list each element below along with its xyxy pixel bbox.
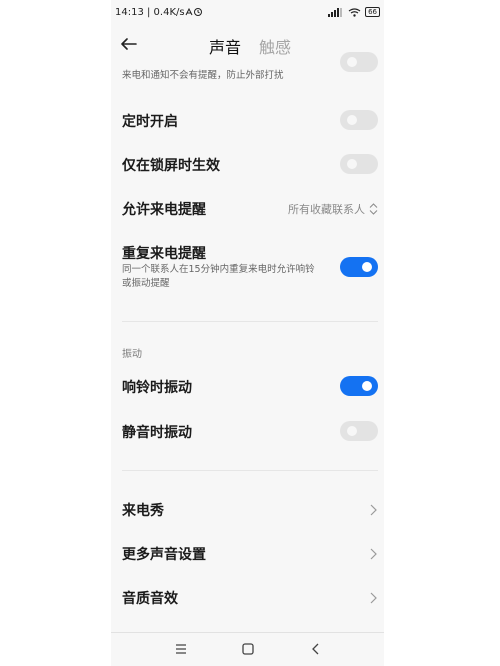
status-bar: 14:13 | 0.4K/s 66	[115, 5, 380, 23]
scheduled-row[interactable]: 定时开启	[111, 100, 384, 140]
scheduled-toggle[interactable]	[340, 110, 378, 130]
call-show-label: 来电秀	[122, 503, 164, 519]
ring-vibrate-row[interactable]: 响铃时振动	[111, 366, 384, 406]
chevron-right-icon	[370, 592, 377, 604]
repeat-calls-toggle[interactable]	[340, 257, 378, 277]
allow-calls-value-text: 所有收藏联系人	[288, 203, 365, 216]
chevron-right-icon	[370, 548, 377, 560]
dnd-subtitle: 来电和通知不会有提醒，防止外部打扰	[122, 70, 284, 81]
lockscreen-only-toggle[interactable]	[340, 154, 378, 174]
ring-vibrate-label: 响铃时振动	[122, 380, 192, 396]
vibration-section-header: 振动	[122, 349, 142, 360]
dnd-toggle[interactable]	[340, 52, 378, 72]
back-arrow-icon[interactable]	[119, 34, 139, 54]
sound-quality-label: 音质音效	[122, 591, 178, 607]
ring-vibrate-toggle[interactable]	[340, 376, 378, 396]
updown-chevron-icon	[369, 203, 378, 215]
dnd-row[interactable]: 来电和通知不会有提醒，防止外部打扰	[111, 52, 384, 88]
tab-touch[interactable]: 触感	[259, 34, 291, 58]
call-show-row[interactable]: 来电秀	[111, 490, 384, 530]
tab-sound[interactable]: 声音	[209, 34, 241, 58]
allow-calls-label: 允许来电提醒	[122, 202, 206, 218]
scheduled-label: 定时开启	[122, 114, 178, 130]
allow-calls-row[interactable]: 允许来电提醒 所有收藏联系人	[111, 188, 384, 228]
status-right: 66	[328, 7, 380, 17]
wifi-icon	[348, 7, 361, 17]
home-icon[interactable]	[240, 641, 256, 657]
repeat-calls-subtitle-2: 或振动提醒	[122, 278, 170, 289]
back-icon[interactable]	[308, 641, 324, 657]
chevron-right-icon	[370, 504, 377, 516]
more-sound-settings-row[interactable]: 更多声音设置	[111, 534, 384, 574]
lockscreen-only-label: 仅在锁屏时生效	[122, 158, 220, 174]
more-sound-settings-label: 更多声音设置	[122, 547, 206, 563]
sound-quality-row[interactable]: 音质音效	[111, 578, 384, 618]
silent-vibrate-row[interactable]: 静音时振动	[111, 411, 384, 451]
divider	[122, 470, 378, 471]
menu-icon[interactable]	[173, 641, 189, 657]
repeat-calls-label: 重复来电提醒	[122, 246, 206, 262]
signal-icon	[328, 7, 343, 17]
repeat-calls-subtitle-1: 同一个联系人在15分钟内重复来电时允许响铃	[122, 264, 315, 275]
silent-vibrate-label: 静音时振动	[122, 425, 192, 441]
lockscreen-only-row[interactable]: 仅在锁屏时生效	[111, 144, 384, 184]
silent-vibrate-toggle[interactable]	[340, 421, 378, 441]
divider	[122, 321, 378, 322]
status-time-speed: 14:13 | 0.4K/s	[115, 7, 185, 18]
navigation-bar	[111, 632, 384, 666]
phone-screen: 14:13 | 0.4K/s 66 声音 触感 来电和通知不会有提醒，防止外部打…	[111, 0, 384, 666]
repeat-calls-row[interactable]: 重复来电提醒 同一个联系人在15分钟内重复来电时允许响铃 或振动提醒	[111, 240, 384, 296]
alarm-icon	[185, 7, 203, 20]
battery-icon: 66	[365, 7, 380, 17]
allow-calls-value[interactable]: 所有收藏联系人	[288, 201, 378, 217]
